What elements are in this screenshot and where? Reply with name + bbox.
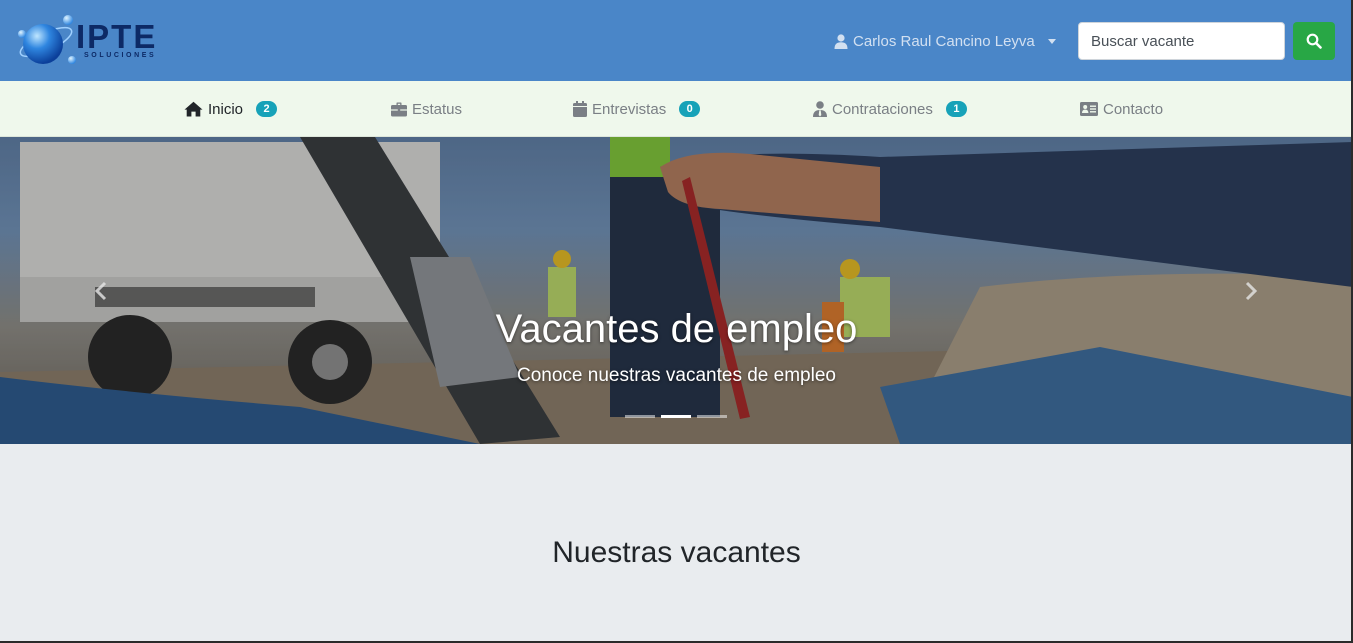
main-nav: Inicio 2 Estatus Entrevistas 0 Contratac…: [0, 81, 1353, 137]
home-icon: [184, 101, 203, 117]
search-input[interactable]: [1078, 22, 1285, 60]
calendar-icon: [573, 101, 587, 117]
search-button[interactable]: [1293, 22, 1335, 60]
globe-icon: [18, 15, 76, 64]
brand-logo[interactable]: IPTE SOLUCIONES: [16, 12, 156, 70]
nav-label: Entrevistas: [592, 100, 667, 118]
chevron-right-icon: [1245, 281, 1258, 301]
briefcase-icon: [391, 102, 407, 116]
caret-down-icon: [1047, 38, 1056, 44]
chevron-left-icon: [94, 281, 107, 301]
count-badge: 0: [679, 101, 701, 117]
user-name: Carlos Raul Cancino Leyva: [853, 32, 1035, 50]
nav-label: Contacto: [1103, 100, 1164, 118]
nav-item-contacto[interactable]: Contacto: [1080, 81, 1163, 137]
nav-label: Inicio: [208, 100, 244, 118]
nav-label: Contrataciones: [832, 100, 933, 118]
nav-label: Estatus: [412, 100, 463, 118]
carousel-indicator-active[interactable]: [661, 415, 691, 418]
user-tie-icon: [813, 101, 827, 117]
user-dropdown[interactable]: Carlos Raul Cancino Leyva: [834, 30, 1056, 52]
section-title: Nuestras vacantes: [552, 536, 801, 569]
hero-carousel: Vacantes de empleo Conoce nuestras vacan…: [0, 137, 1353, 444]
brand-tagline: SOLUCIONES: [84, 52, 157, 59]
page: IPTE SOLUCIONES Carlos Raul Cancino Leyv…: [0, 0, 1353, 643]
nav-item-entrevistas[interactable]: Entrevistas 0: [573, 81, 701, 137]
slide-title: Vacantes de empleo: [495, 307, 858, 351]
count-badge: 2: [256, 101, 278, 117]
nav-item-contrataciones[interactable]: Contrataciones 1: [813, 81, 967, 137]
carousel-indicators: [625, 415, 727, 418]
count-badge: 1: [945, 101, 967, 117]
user-icon: [834, 33, 848, 49]
top-navbar: IPTE SOLUCIONES Carlos Raul Cancino Leyv…: [0, 0, 1353, 81]
carousel-indicator[interactable]: [625, 415, 655, 418]
carousel-indicator[interactable]: [697, 415, 727, 418]
search-icon: [1306, 33, 1322, 49]
carousel-overlay: [0, 137, 1353, 444]
brand-name: IPTE: [76, 18, 158, 55]
slide-subtitle: Conoce nuestras vacantes de empleo: [517, 365, 836, 386]
address-card-icon: [1080, 102, 1098, 116]
nav-item-estatus[interactable]: Estatus: [391, 81, 462, 137]
nav-item-inicio[interactable]: Inicio 2: [184, 81, 278, 137]
